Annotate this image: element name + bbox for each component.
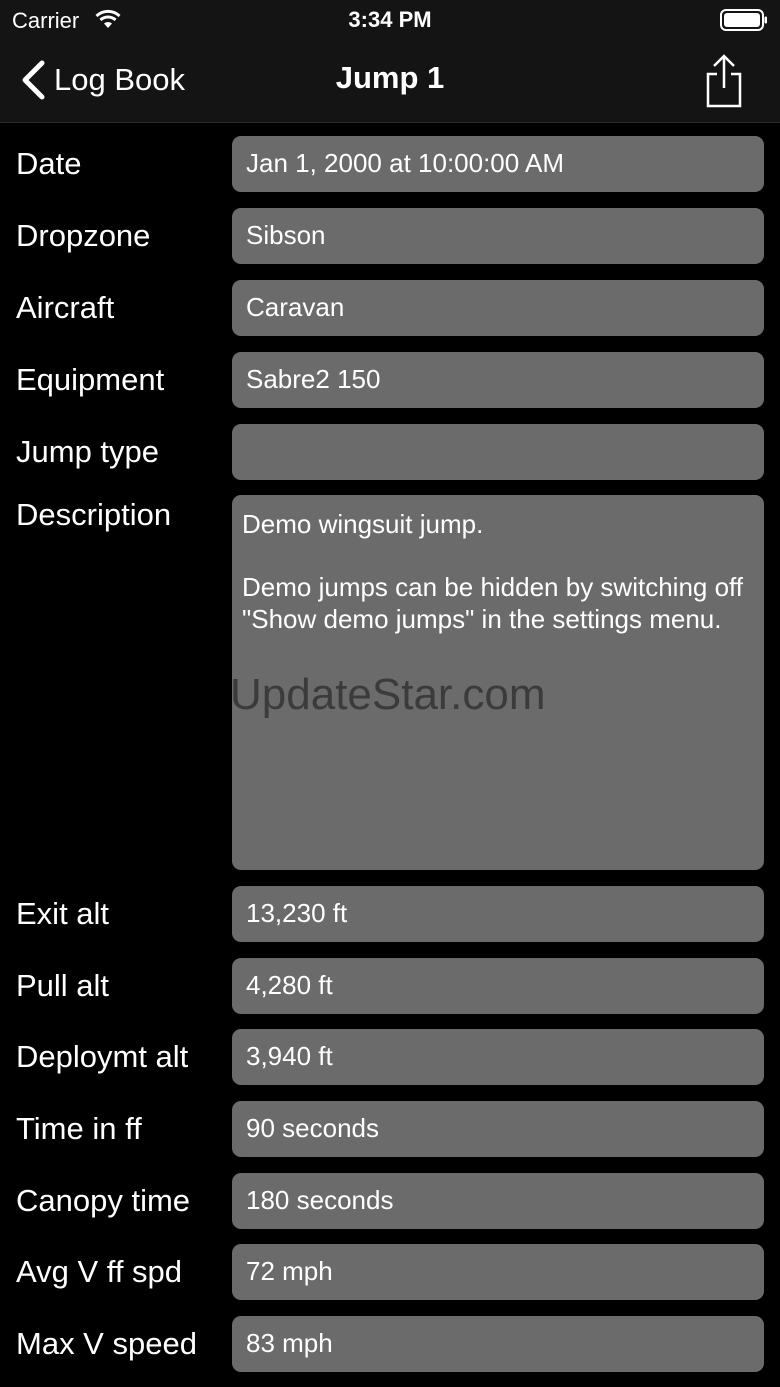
jump-type-field[interactable] xyxy=(232,424,764,480)
description-label: Description xyxy=(16,497,172,532)
canopy-time-label: Canopy time xyxy=(16,1183,191,1218)
aircraft-label: Aircraft xyxy=(16,290,115,325)
date-label: Date xyxy=(16,146,82,181)
jump-type-label: Jump type xyxy=(16,434,160,469)
battery-icon xyxy=(720,9,767,31)
avg-vertical-speed-field[interactable]: 72 mph xyxy=(232,1244,764,1300)
date-field[interactable]: Jan 1, 2000 at 10:00:00 AM xyxy=(232,136,764,192)
page-title: Jump 1 xyxy=(335,60,445,95)
pull-alt-label: Pull alt xyxy=(16,968,110,1003)
time-in-freefall-label: Time in ff xyxy=(16,1111,142,1146)
description-field[interactable]: Demo wingsuit jump. Demo jumps can be hi… xyxy=(232,495,764,870)
canopy-time-field[interactable]: 180 seconds xyxy=(232,1173,764,1229)
share-icon[interactable] xyxy=(700,52,748,110)
max-vertical-speed-label: Max V speed xyxy=(16,1326,197,1361)
status-bar: Carrier 3:34 PM xyxy=(0,0,780,40)
exit-alt-field[interactable]: 13,230 ft xyxy=(232,886,764,942)
dropzone-label: Dropzone xyxy=(16,218,151,253)
dropzone-field[interactable]: Sibson xyxy=(232,208,764,264)
equipment-field[interactable]: Sabre2 150 xyxy=(232,352,764,408)
avg-vertical-speed-label: Avg V ff spd xyxy=(16,1254,183,1289)
exit-alt-label: Exit alt xyxy=(16,896,110,931)
max-vertical-speed-field[interactable]: 83 mph xyxy=(232,1316,764,1372)
time-in-freefall-field[interactable]: 90 seconds xyxy=(232,1101,764,1157)
aircraft-field[interactable]: Caravan xyxy=(232,280,764,336)
deployment-alt-label: Deploymt alt xyxy=(16,1039,189,1074)
clock: 3:34 PM xyxy=(348,7,432,32)
navigation-bar: Log Book Jump 1 xyxy=(0,40,780,123)
deployment-alt-field[interactable]: 3,940 ft xyxy=(232,1029,764,1085)
pull-alt-field[interactable]: 4,280 ft xyxy=(232,958,764,1014)
equipment-label: Equipment xyxy=(16,362,165,397)
